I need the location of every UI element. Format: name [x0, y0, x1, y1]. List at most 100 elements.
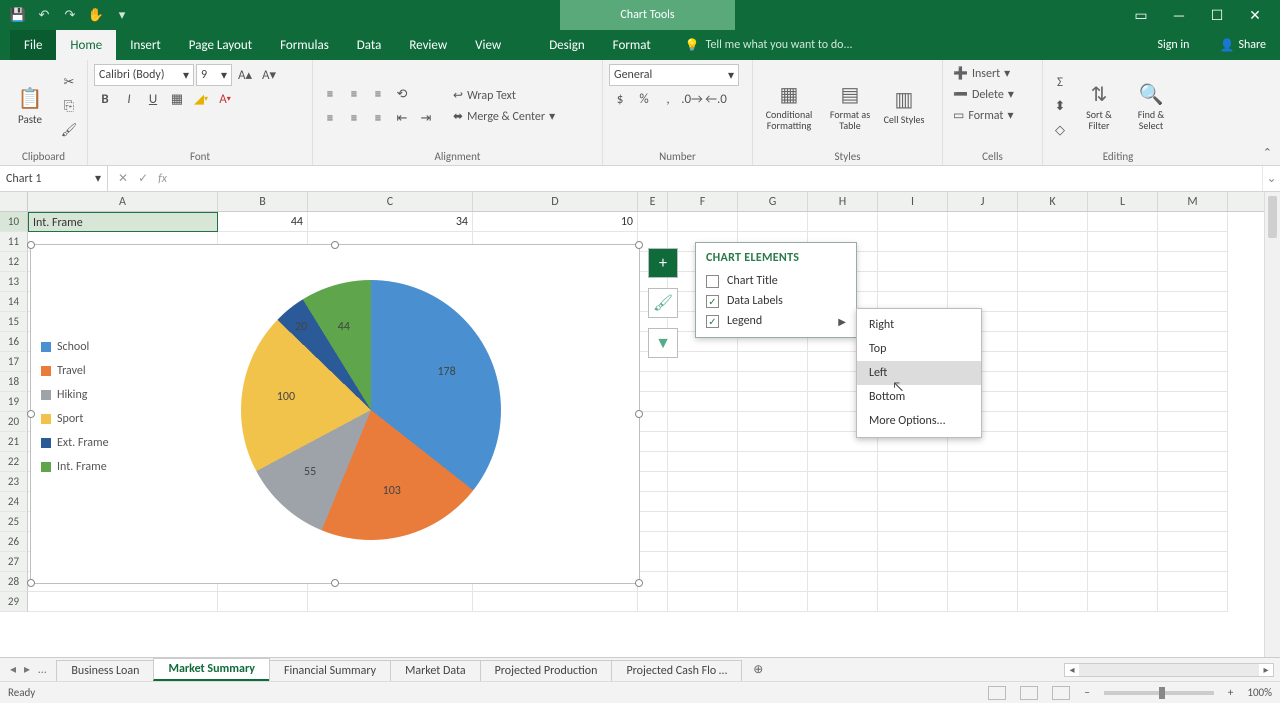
cell[interactable]: [808, 532, 878, 552]
normal-view-icon[interactable]: [988, 686, 1006, 700]
tab-design[interactable]: Design: [535, 30, 598, 60]
sheet-tab[interactable]: Market Data: [390, 660, 481, 681]
submenu-item[interactable]: Left: [857, 361, 981, 385]
chart-elements-item[interactable]: ✓Data Labels: [706, 291, 846, 311]
resize-handle[interactable]: [27, 579, 35, 587]
cell[interactable]: [1088, 272, 1158, 292]
cell[interactable]: 10: [473, 212, 638, 232]
cell[interactable]: [1158, 352, 1228, 372]
row-header[interactable]: 11: [0, 232, 28, 252]
cell[interactable]: [738, 512, 808, 532]
cell[interactable]: [1088, 352, 1158, 372]
cell[interactable]: [738, 492, 808, 512]
cell[interactable]: [473, 592, 638, 612]
cell[interactable]: [1158, 372, 1228, 392]
cell[interactable]: [1088, 332, 1158, 352]
data-label[interactable]: 103: [383, 484, 401, 498]
cell[interactable]: [308, 592, 473, 612]
decrease-font-icon[interactable]: A▾: [258, 64, 280, 86]
expand-formula-bar-icon[interactable]: ⌄: [1262, 166, 1280, 191]
cell[interactable]: [1158, 292, 1228, 312]
cell[interactable]: [948, 452, 1018, 472]
col-header[interactable]: E: [638, 192, 668, 211]
find-select-button[interactable]: 🔍Find & Select: [1127, 82, 1175, 131]
col-header[interactable]: G: [738, 192, 808, 211]
cell[interactable]: [1088, 512, 1158, 532]
cell[interactable]: [1088, 292, 1158, 312]
touch-mode-icon[interactable]: ✋: [88, 7, 104, 23]
row-header[interactable]: 24: [0, 492, 28, 512]
align-right-icon[interactable]: ≡: [367, 107, 389, 129]
col-header[interactable]: K: [1018, 192, 1088, 211]
page-break-view-icon[interactable]: [1052, 686, 1070, 700]
legend-item[interactable]: Ext. Frame: [41, 431, 109, 455]
row-header[interactable]: 10: [0, 212, 28, 232]
cell[interactable]: [1088, 312, 1158, 332]
legend-item[interactable]: Int. Frame: [41, 455, 109, 479]
formula-input[interactable]: [177, 166, 1262, 191]
cell[interactable]: [878, 532, 948, 552]
horizontal-scrollbar[interactable]: ◂▸: [1064, 663, 1274, 677]
cell[interactable]: [948, 532, 1018, 552]
align-middle-icon[interactable]: ≡: [343, 83, 365, 105]
cell[interactable]: [878, 492, 948, 512]
name-box[interactable]: Chart 1▾: [0, 166, 108, 191]
cell[interactable]: [668, 572, 738, 592]
align-bottom-icon[interactable]: ≡: [367, 83, 389, 105]
sort-filter-button[interactable]: ⇅Sort & Filter: [1075, 82, 1123, 131]
data-label[interactable]: 100: [277, 390, 295, 404]
legend-item[interactable]: Hiking: [41, 383, 109, 407]
cell[interactable]: [668, 392, 738, 412]
cell[interactable]: [948, 492, 1018, 512]
col-header[interactable]: I: [878, 192, 948, 211]
legend-item[interactable]: Travel: [41, 359, 109, 383]
cell[interactable]: [1088, 252, 1158, 272]
cell[interactable]: [668, 532, 738, 552]
cells-delete-button[interactable]: ➖Delete▾: [949, 85, 1018, 104]
chart-filters-button[interactable]: ▼: [648, 328, 678, 358]
cell[interactable]: [738, 352, 808, 372]
resize-handle[interactable]: [635, 579, 643, 587]
cell[interactable]: [638, 432, 668, 452]
cell-styles-button[interactable]: ▥Cell Styles: [881, 87, 927, 125]
borders-button[interactable]: ▦: [166, 88, 188, 110]
tab-page-layout[interactable]: Page Layout: [175, 30, 266, 60]
cell[interactable]: [1018, 572, 1088, 592]
row-header[interactable]: 29: [0, 592, 28, 612]
sheet-tab[interactable]: Projected Cash Flo …: [611, 660, 742, 681]
sheet-tab[interactable]: Financial Summary: [269, 660, 391, 681]
paste-button[interactable]: 📋 Paste: [6, 86, 54, 126]
qat-customize-icon[interactable]: ▾: [114, 7, 130, 23]
chart-elements-item[interactable]: ✓Legend▶: [706, 311, 846, 331]
cell[interactable]: [1088, 412, 1158, 432]
decrease-indent-icon[interactable]: ⇤: [391, 107, 413, 129]
cell[interactable]: [1018, 372, 1088, 392]
currency-icon[interactable]: $: [609, 88, 631, 110]
zoom-in-icon[interactable]: +: [1228, 686, 1233, 699]
scrollbar-thumb[interactable]: [1268, 196, 1277, 238]
sheet-tab[interactable]: Projected Production: [480, 660, 613, 681]
format-painter-icon[interactable]: 🖌: [58, 119, 80, 141]
increase-indent-icon[interactable]: ⇥: [415, 107, 437, 129]
comma-icon[interactable]: ,: [657, 88, 679, 110]
cells-format-button[interactable]: ▭Format▾: [949, 106, 1017, 125]
cell[interactable]: [1018, 592, 1088, 612]
cell[interactable]: [1018, 472, 1088, 492]
row-header[interactable]: 17: [0, 352, 28, 372]
cell[interactable]: [878, 452, 948, 472]
fill-color-button[interactable]: ◢▾: [190, 88, 212, 110]
cell[interactable]: [1088, 532, 1158, 552]
undo-icon[interactable]: ↶: [36, 7, 52, 23]
cell[interactable]: [638, 372, 668, 392]
cell[interactable]: [948, 232, 1018, 252]
cell[interactable]: [1088, 452, 1158, 472]
row-header[interactable]: 23: [0, 472, 28, 492]
scroll-right-icon[interactable]: ▸: [1259, 663, 1273, 676]
cell[interactable]: [1018, 432, 1088, 452]
sheet-tab[interactable]: Business Loan: [56, 660, 154, 681]
resize-handle[interactable]: [27, 410, 35, 418]
cell[interactable]: [948, 572, 1018, 592]
tell-me-search[interactable]: 💡 Tell me what you want to do...: [665, 30, 1142, 60]
cell[interactable]: [1158, 592, 1228, 612]
sign-in-link[interactable]: Sign in: [1141, 30, 1205, 60]
